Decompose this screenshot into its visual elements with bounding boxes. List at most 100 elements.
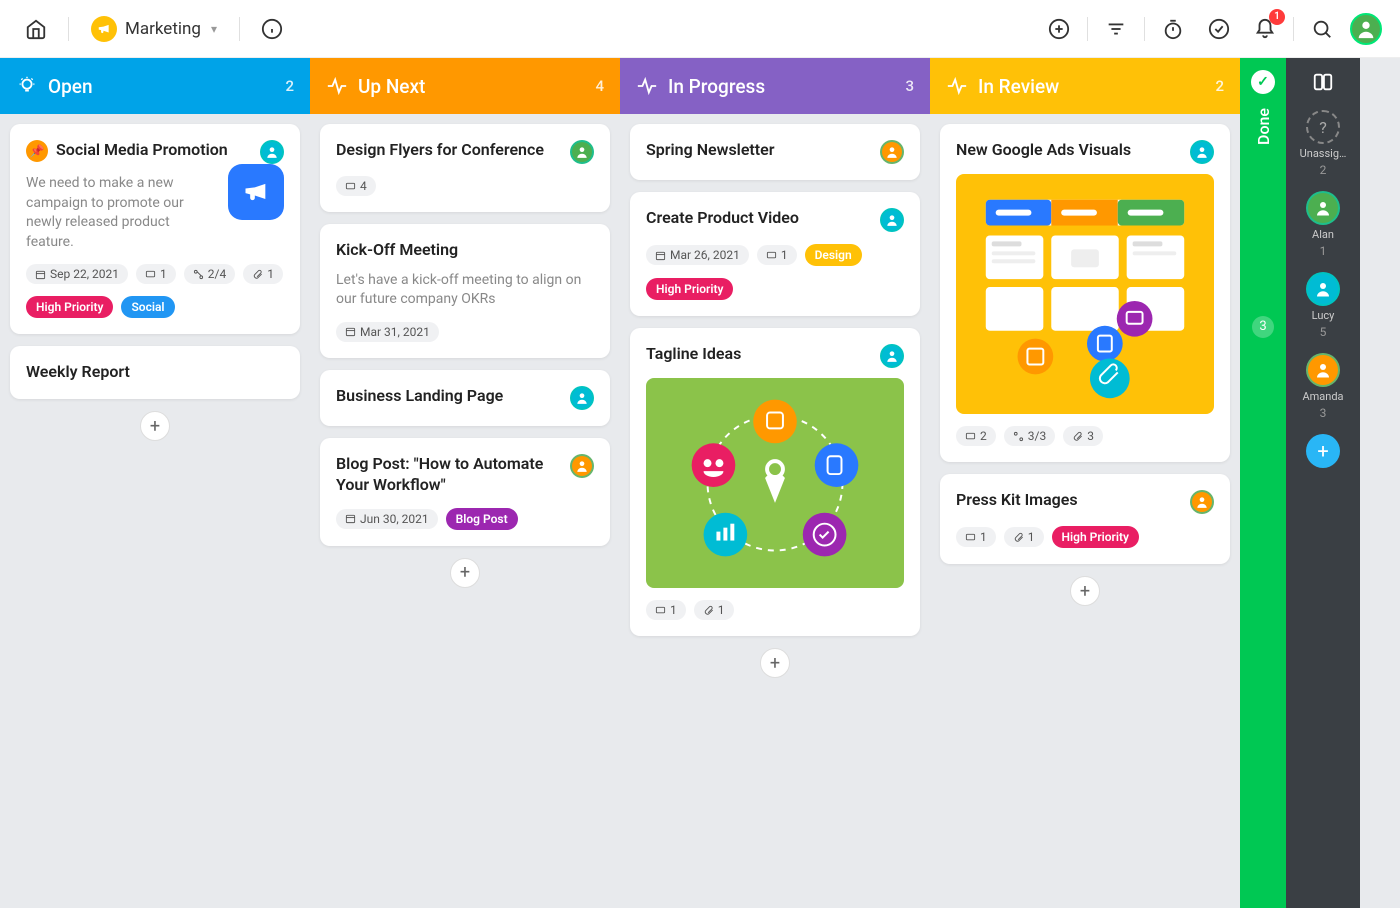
- separator: [68, 17, 69, 41]
- search-button[interactable]: [1304, 11, 1340, 47]
- comments-chip: 1: [136, 264, 176, 284]
- home-button[interactable]: [18, 11, 54, 47]
- timer-button[interactable]: [1155, 11, 1191, 47]
- column-count: 4: [595, 77, 604, 95]
- column-title: In Review: [978, 75, 1059, 98]
- comments-chip: 1: [956, 527, 996, 547]
- assignee-avatar[interactable]: [570, 454, 594, 478]
- date-chip: Jun 30, 2021: [336, 509, 438, 529]
- column-count: 2: [1215, 77, 1224, 95]
- attachments-chip: 1: [694, 600, 734, 620]
- tag: High Priority: [1052, 526, 1139, 548]
- separator: [1293, 17, 1294, 41]
- assignee-avatar[interactable]: [570, 386, 594, 410]
- separator: [239, 17, 240, 41]
- column-header-upnext[interactable]: Up Next 4: [310, 58, 620, 114]
- column-header-open[interactable]: Open 2: [0, 58, 310, 114]
- rail-member-amanda[interactable]: Amanda 3: [1302, 353, 1343, 420]
- notifications-button[interactable]: 1: [1247, 11, 1283, 47]
- info-button[interactable]: [254, 11, 290, 47]
- card[interactable]: Kick-Off Meeting Let's have a kick-off m…: [320, 224, 610, 358]
- add-card-button[interactable]: +: [1070, 576, 1100, 606]
- add-card-button[interactable]: +: [760, 648, 790, 678]
- lightbulb-icon: [16, 75, 38, 97]
- add-member-button[interactable]: +: [1306, 434, 1340, 468]
- rail-label: Unassig…: [1300, 147, 1347, 160]
- attachments-chip: 1: [1004, 527, 1044, 547]
- rail-label: Alan: [1312, 228, 1334, 241]
- card[interactable]: Spring Newsletter: [630, 124, 920, 180]
- card-title: Social Media Promotion: [56, 140, 252, 161]
- card-title: Kick-Off Meeting: [336, 240, 594, 261]
- column-header-inprogress[interactable]: In Progress 3: [620, 58, 930, 114]
- card-title: Press Kit Images: [956, 490, 1182, 511]
- date-chip: Mar 26, 2021: [646, 245, 749, 265]
- assignee-avatar[interactable]: [880, 208, 904, 232]
- comments-chip: 4: [336, 176, 376, 196]
- column-body: 📌 Social Media Promotion We need to make…: [0, 114, 310, 908]
- column-title: In Progress: [668, 75, 765, 98]
- card[interactable]: Business Landing Page: [320, 370, 610, 426]
- workspace-name: Marketing: [125, 19, 201, 39]
- column-header-inreview[interactable]: In Review 2: [930, 58, 1240, 114]
- column-open: Open 2 📌 Social Media Promotion We need …: [0, 58, 310, 908]
- card[interactable]: Design Flyers for Conference 4: [320, 124, 610, 212]
- assignee-avatar[interactable]: [1190, 140, 1214, 164]
- card[interactable]: Blog Post: "How to Automate Your Workflo…: [320, 438, 610, 546]
- comments-chip: 2: [956, 426, 996, 446]
- card[interactable]: New Google Ads Visuals: [940, 124, 1230, 462]
- rail-member-alan[interactable]: Alan 1: [1306, 191, 1340, 258]
- activity-icon: [636, 75, 658, 97]
- card[interactable]: Tagline Ideas 1 1: [630, 328, 920, 636]
- layout-toggle-button[interactable]: [1309, 68, 1337, 96]
- assignee-avatar[interactable]: [880, 140, 904, 164]
- assignee-avatar[interactable]: [1190, 490, 1214, 514]
- column-body: New Google Ads Visuals: [930, 114, 1240, 908]
- add-card-button[interactable]: +: [450, 558, 480, 588]
- column-inreview: In Review 2 New Google Ads Visuals: [930, 58, 1240, 908]
- rail-label: Amanda: [1302, 390, 1343, 403]
- rail-member-lucy[interactable]: Lucy 5: [1306, 272, 1340, 339]
- user-avatar[interactable]: [1350, 13, 1382, 45]
- rail-count: 3: [1320, 406, 1327, 420]
- card-description: Let's have a kick-off meeting to align o…: [336, 271, 594, 310]
- date-chip: Mar 31, 2021: [336, 322, 439, 342]
- subtasks-chip: 2/4: [184, 264, 235, 284]
- assignee-avatar[interactable]: [570, 140, 594, 164]
- separator: [1087, 17, 1088, 41]
- assignee-avatar[interactable]: [260, 140, 284, 164]
- approve-button[interactable]: [1201, 11, 1237, 47]
- activity-icon: [946, 75, 968, 97]
- kanban-board: Open 2 📌 Social Media Promotion We need …: [0, 58, 1400, 908]
- megaphone-icon: [228, 164, 284, 220]
- activity-icon: [326, 75, 348, 97]
- column-upnext: Up Next 4 Design Flyers for Conference 4…: [310, 58, 620, 908]
- workspace-selector[interactable]: Marketing ▾: [83, 12, 225, 46]
- filter-button[interactable]: [1098, 11, 1134, 47]
- pin-icon: 📌: [26, 140, 48, 162]
- card-title: Design Flyers for Conference: [336, 140, 562, 161]
- card-title: Create Product Video: [646, 208, 872, 229]
- assignee-avatar[interactable]: [880, 344, 904, 368]
- column-done-collapsed[interactable]: ✓ Done 3: [1240, 58, 1286, 908]
- column-body: Spring Newsletter Create Product Video M…: [620, 114, 930, 908]
- card[interactable]: 📌 Social Media Promotion We need to make…: [10, 124, 300, 334]
- add-button[interactable]: [1041, 11, 1077, 47]
- card-title: Weekly Report: [26, 362, 284, 383]
- card-title: Business Landing Page: [336, 386, 562, 407]
- column-count: 2: [285, 77, 294, 95]
- card-title: New Google Ads Visuals: [956, 140, 1182, 161]
- tag: High Priority: [26, 296, 113, 318]
- rail-unassigned[interactable]: ? Unassig… 2: [1300, 110, 1347, 177]
- column-count: 3: [905, 77, 914, 95]
- notification-badge: 1: [1269, 9, 1285, 25]
- card[interactable]: Create Product Video Mar 26, 2021 1 Desi…: [630, 192, 920, 316]
- add-card-button[interactable]: +: [140, 411, 170, 441]
- question-icon: ?: [1306, 110, 1340, 144]
- card[interactable]: Press Kit Images 1 1 High Priority: [940, 474, 1230, 564]
- rail-count: 2: [1320, 163, 1327, 177]
- card-image: [646, 378, 904, 588]
- avatar: [1306, 272, 1340, 306]
- card[interactable]: Weekly Report: [10, 346, 300, 399]
- subtasks-chip: 3/3: [1004, 426, 1055, 446]
